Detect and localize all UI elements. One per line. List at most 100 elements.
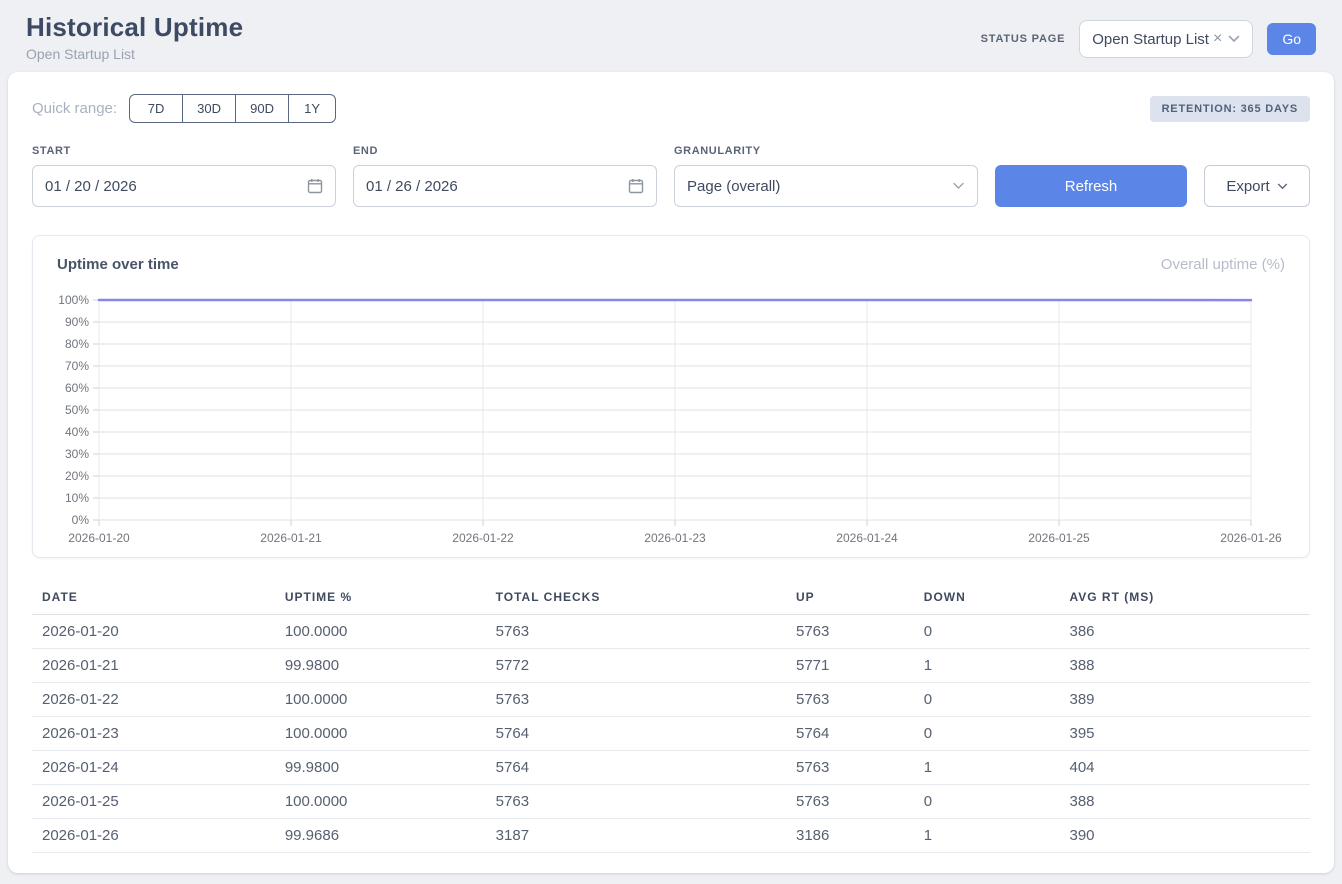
quick-range-90d[interactable]: 90D <box>235 94 289 123</box>
svg-text:60%: 60% <box>65 381 89 395</box>
table-cell: 1 <box>914 751 1060 785</box>
table-cell: 100.0000 <box>275 717 486 751</box>
title-block: Historical Uptime Open Startup List <box>26 12 243 62</box>
chevron-down-icon <box>1228 35 1240 43</box>
column-header: UPTIME % <box>275 584 486 615</box>
table-cell: 1 <box>914 819 1060 853</box>
end-date-input[interactable]: 01 / 26 / 2026 <box>353 165 657 207</box>
table-header-row: DATEUPTIME %TOTAL CHECKSUPDOWNAVG RT (MS… <box>32 584 1310 615</box>
uptime-line-chart: 0%10%20%30%40%50%60%70%80%90%100%2026-01… <box>33 287 1305 549</box>
status-page-select[interactable]: Open Startup List × <box>1079 20 1253 58</box>
page-header: Historical Uptime Open Startup List STAT… <box>0 0 1342 72</box>
table-row: 2026-01-25100.0000576357630388 <box>32 785 1310 819</box>
table-cell: 5763 <box>786 683 914 717</box>
table-cell: 5763 <box>486 615 786 649</box>
table-row: 2026-01-2199.9800577257711388 <box>32 649 1310 683</box>
table-cell: 5772 <box>486 649 786 683</box>
calendar-icon[interactable] <box>628 178 644 194</box>
table-cell: 2026-01-23 <box>32 717 275 751</box>
calendar-icon[interactable] <box>307 178 323 194</box>
table-cell: 386 <box>1059 615 1310 649</box>
end-date-value: 01 / 26 / 2026 <box>366 178 458 195</box>
granularity-label: GRANULARITY <box>674 145 978 157</box>
table-cell: 99.9686 <box>275 819 486 853</box>
quick-range-30d[interactable]: 30D <box>182 94 236 123</box>
table-row: 2026-01-20100.0000576357630386 <box>32 615 1310 649</box>
controls-row: START 01 / 20 / 2026 END 01 / 26 / 2026 … <box>32 145 1310 207</box>
quick-range-row: Quick range: 7D30D90D1Y RETENTION: 365 D… <box>32 94 1310 123</box>
table-cell: 100.0000 <box>275 683 486 717</box>
table-cell: 2026-01-22 <box>32 683 275 717</box>
table-cell: 3187 <box>486 819 786 853</box>
chevron-down-icon <box>952 182 965 190</box>
svg-text:90%: 90% <box>65 315 89 329</box>
svg-text:0%: 0% <box>72 513 90 527</box>
go-button[interactable]: Go <box>1267 23 1316 55</box>
clear-icon[interactable]: × <box>1213 30 1222 48</box>
table-cell: 100.0000 <box>275 615 486 649</box>
start-date-value: 01 / 20 / 2026 <box>45 178 137 195</box>
table-cell: 3186 <box>786 819 914 853</box>
granularity-value: Page (overall) <box>687 178 780 195</box>
quick-range-wrap: Quick range: 7D30D90D1Y <box>32 94 336 123</box>
column-header: DOWN <box>914 584 1060 615</box>
svg-text:2026-01-25: 2026-01-25 <box>1028 531 1090 545</box>
svg-text:70%: 70% <box>65 359 89 373</box>
column-header: TOTAL CHECKS <box>486 584 786 615</box>
table-cell: 5764 <box>786 717 914 751</box>
table-cell: 388 <box>1059 785 1310 819</box>
table-cell: 388 <box>1059 649 1310 683</box>
table-row: 2026-01-22100.0000576357630389 <box>32 683 1310 717</box>
quick-range-1y[interactable]: 1Y <box>288 94 336 123</box>
column-header: DATE <box>32 584 275 615</box>
table-cell: 5763 <box>786 751 914 785</box>
status-page-selected-value: Open Startup List <box>1092 31 1209 48</box>
table-cell: 100.0000 <box>275 785 486 819</box>
uptime-table: DATEUPTIME %TOTAL CHECKSUPDOWNAVG RT (MS… <box>32 584 1310 853</box>
start-date-field: START 01 / 20 / 2026 <box>32 145 336 207</box>
svg-text:10%: 10% <box>65 491 89 505</box>
table-cell: 5764 <box>486 717 786 751</box>
svg-text:2026-01-24: 2026-01-24 <box>836 531 898 545</box>
svg-text:2026-01-26: 2026-01-26 <box>1220 531 1282 545</box>
uptime-chart-card: Uptime over time Overall uptime (%) 0% 10… <box>32 235 1310 558</box>
quick-range-label: Quick range: <box>32 100 117 117</box>
table-cell: 99.9800 <box>275 751 486 785</box>
chart-legend: Overall uptime (%) <box>1161 256 1285 273</box>
table-cell: 5764 <box>486 751 786 785</box>
table-cell: 2026-01-20 <box>32 615 275 649</box>
granularity-select[interactable]: Page (overall) <box>674 165 978 207</box>
svg-text:2026-01-20: 2026-01-20 <box>68 531 130 545</box>
start-date-label: START <box>32 145 336 157</box>
column-header: UP <box>786 584 914 615</box>
page-subtitle: Open Startup List <box>26 46 243 62</box>
table-cell: 2026-01-21 <box>32 649 275 683</box>
table-cell: 5763 <box>786 615 914 649</box>
table-cell: 2026-01-25 <box>32 785 275 819</box>
svg-text:100%: 100% <box>58 293 89 307</box>
svg-text:80%: 80% <box>65 337 89 351</box>
quick-range-group: 7D30D90D1Y <box>129 94 336 123</box>
table-cell: 5763 <box>486 683 786 717</box>
granularity-field: GRANULARITY Page (overall) <box>674 145 978 207</box>
chart-title: Uptime over time <box>57 256 179 273</box>
main-panel: Quick range: 7D30D90D1Y RETENTION: 365 D… <box>8 72 1334 873</box>
svg-text:2026-01-22: 2026-01-22 <box>452 531 514 545</box>
table-cell: 99.9800 <box>275 649 486 683</box>
svg-text:40%: 40% <box>65 425 89 439</box>
table-row: 2026-01-2499.9800576457631404 <box>32 751 1310 785</box>
table-cell: 0 <box>914 683 1060 717</box>
export-button-label: Export <box>1226 178 1269 195</box>
table-cell: 5763 <box>786 785 914 819</box>
retention-badge: RETENTION: 365 DAYS <box>1150 96 1310 122</box>
table-cell: 404 <box>1059 751 1310 785</box>
svg-text:2026-01-23: 2026-01-23 <box>644 531 706 545</box>
chart-body: 0%10%20%30%40%50%60%70%80%90%100%2026-01… <box>33 273 1309 549</box>
export-button[interactable]: Export <box>1204 165 1310 207</box>
start-date-input[interactable]: 01 / 20 / 2026 <box>32 165 336 207</box>
refresh-button[interactable]: Refresh <box>995 165 1187 207</box>
quick-range-7d[interactable]: 7D <box>129 94 183 123</box>
table-cell: 0 <box>914 615 1060 649</box>
status-page-label: STATUS PAGE <box>981 33 1066 45</box>
svg-text:20%: 20% <box>65 469 89 483</box>
